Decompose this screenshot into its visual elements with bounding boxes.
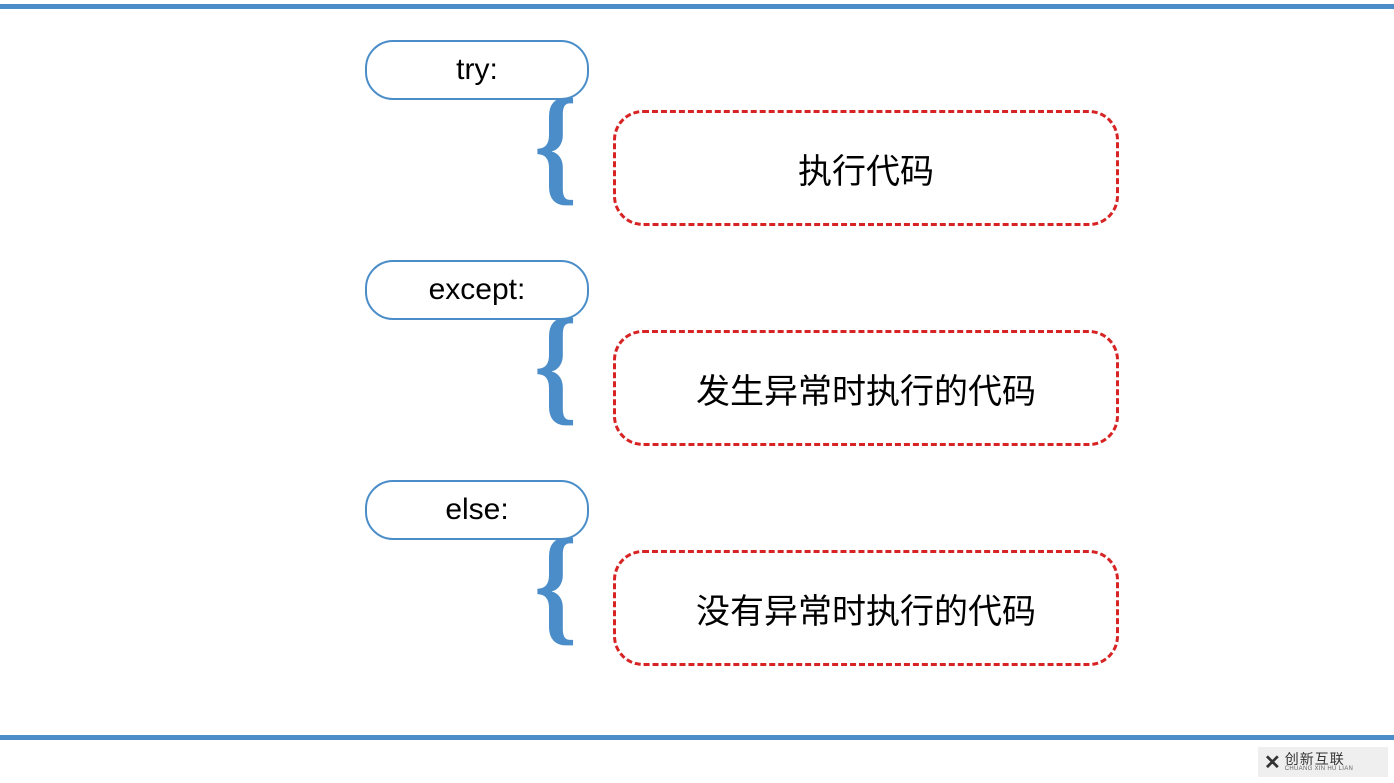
watermark-cn: 创新互联 xyxy=(1285,752,1353,766)
watermark-en: CHUANG XIN HU LIAN xyxy=(1285,766,1353,772)
desc-try-body: 执行代码 xyxy=(613,110,1119,226)
diagram-canvas: try: { 执行代码 except: { 发生异常时执行的代码 else: {… xyxy=(0,0,1394,783)
watermark: ✕ 创新互联 CHUANG XIN HU LIAN xyxy=(1258,747,1388,777)
desc-except-body: 发生异常时执行的代码 xyxy=(613,330,1119,446)
brace-try: { xyxy=(534,80,578,210)
brace-else: { xyxy=(534,520,578,650)
top-rule xyxy=(0,4,1394,9)
desc-else-body: 没有异常时执行的代码 xyxy=(613,550,1119,666)
bottom-rule xyxy=(0,735,1394,740)
brace-except: { xyxy=(534,300,578,430)
watermark-logo-icon: ✕ xyxy=(1264,750,1281,775)
